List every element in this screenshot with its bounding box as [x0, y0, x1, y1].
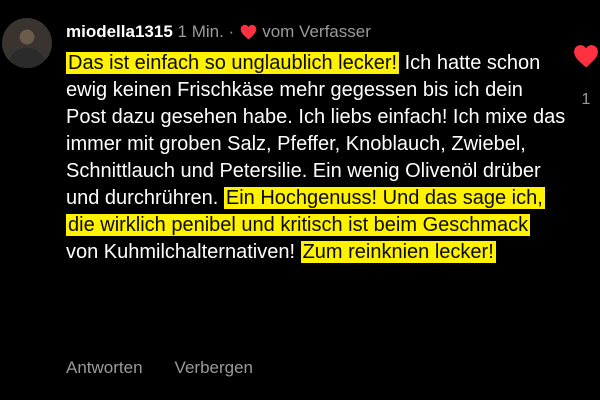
like-heart-icon[interactable] [573, 44, 599, 68]
comment-time: 1 Min. · [173, 22, 235, 42]
username[interactable]: miodella1315 [66, 22, 173, 42]
hide-button[interactable]: Verbergen [175, 358, 253, 378]
like-column: 1 [572, 44, 600, 109]
comment-text-segment: Ich hatte schon ewig keinen Frischkäse m… [66, 52, 566, 209]
avatar-figure [8, 48, 46, 68]
highlighted-text: Zum reinknien lecker! [300, 241, 496, 263]
author-heart-icon [240, 24, 257, 40]
liked-by-author-label: vom Verfasser [262, 22, 371, 41]
comment-text: Das ist einfach so unglaublich lecker! I… [66, 50, 566, 266]
highlighted-text: Das ist einfach so unglaublich lecker! [66, 52, 400, 74]
comment-text-segment: von Kuhmilchalternativen! [66, 241, 301, 263]
reply-button[interactable]: Antworten [66, 358, 143, 378]
meta-separator: · [228, 22, 235, 41]
comment-actions: Antworten Verbergen [66, 358, 253, 378]
avatar[interactable] [2, 18, 52, 68]
comment-time-value: 1 Min. [177, 22, 224, 41]
like-count: 1 [581, 91, 591, 108]
comment-header: miodella1315 1 Min. · vom Verfasser [66, 20, 371, 44]
